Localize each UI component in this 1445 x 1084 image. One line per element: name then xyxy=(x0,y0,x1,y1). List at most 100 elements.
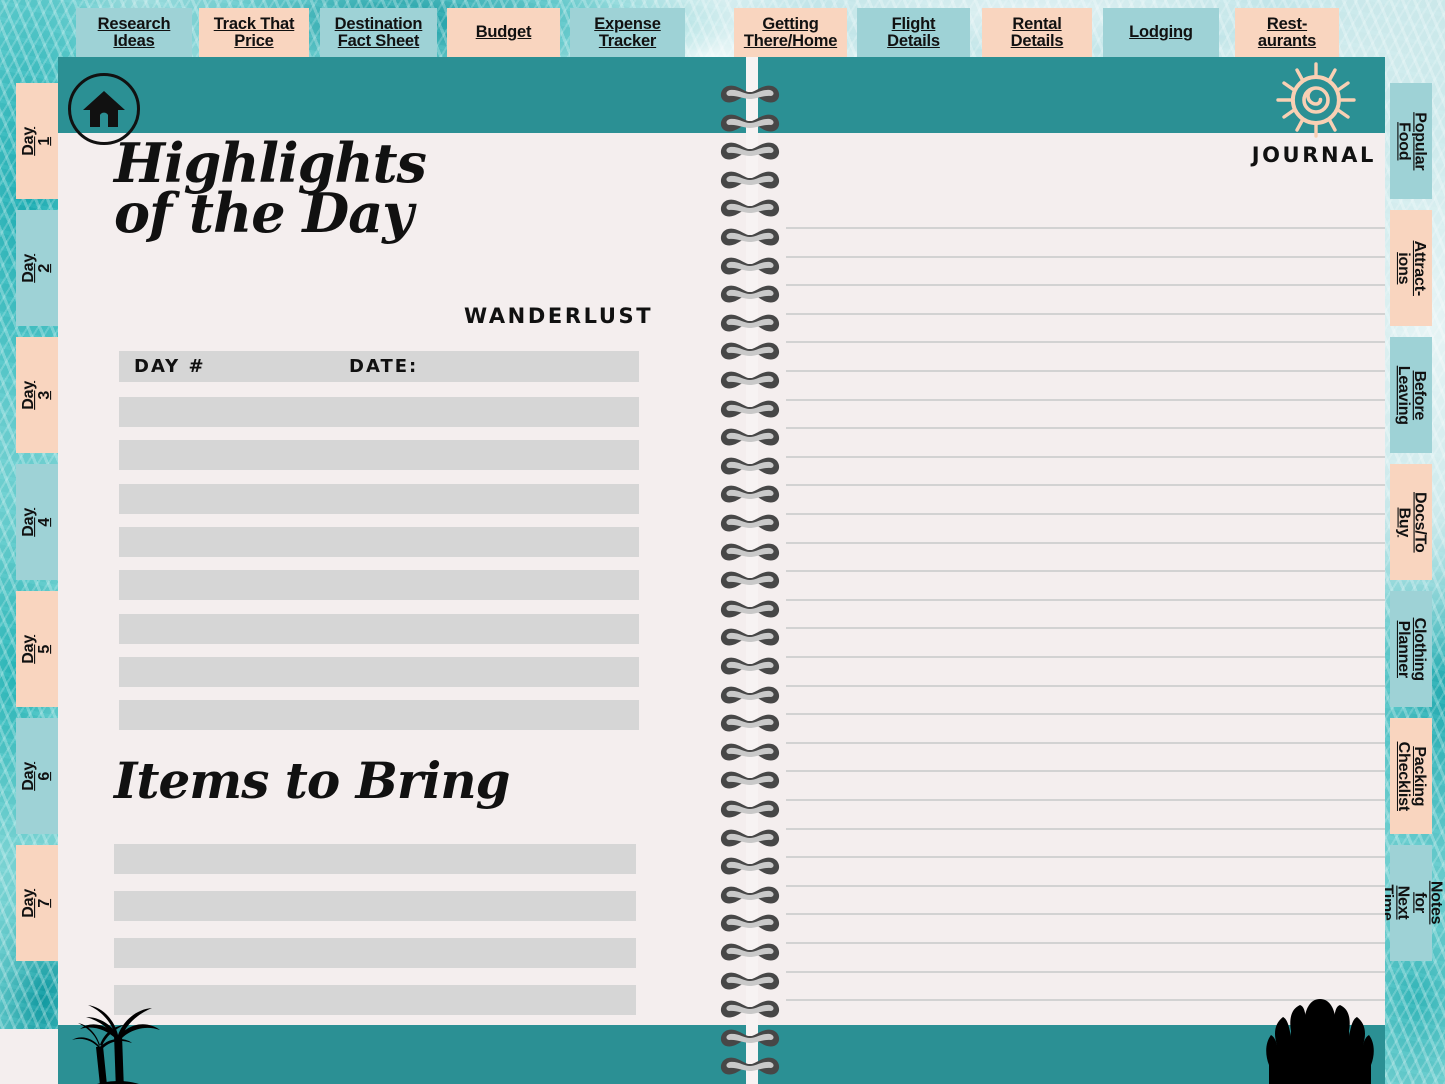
journal-line[interactable] xyxy=(786,827,1385,830)
spiral-ring xyxy=(718,541,782,563)
right-tab-clothing-planner[interactable]: Clothing Planner xyxy=(1390,591,1432,707)
top-tab-destination-fact-sheet[interactable]: Destination Fact Sheet xyxy=(320,8,437,58)
spiral-ring xyxy=(718,741,782,763)
item-row[interactable] xyxy=(114,844,636,874)
top-tab-rental-details[interactable]: Rental Details xyxy=(982,8,1092,58)
right-tab-label: Clothing Planner xyxy=(1395,617,1429,681)
journal-label: JOURNAL xyxy=(1251,143,1376,167)
journal-line[interactable] xyxy=(786,455,1385,458)
journal-line[interactable] xyxy=(786,541,1385,544)
spiral-ring xyxy=(718,340,782,362)
top-tab-label: Rental Details xyxy=(1010,14,1064,50)
top-tab-budget[interactable]: Budget xyxy=(447,8,560,58)
top-tab-flight-details[interactable]: Flight Details xyxy=(857,8,970,58)
home-icon xyxy=(83,91,125,127)
top-tab-restaurants[interactable]: Rest- aurants xyxy=(1235,8,1339,58)
journal-line[interactable] xyxy=(786,799,1385,801)
planner-page: Highlights of the Day WANDERLUST DAY # D… xyxy=(58,57,1385,1084)
journal-line[interactable] xyxy=(786,627,1385,630)
left-tab-day-2[interactable]: Day 2 xyxy=(16,210,58,326)
spiral-ring xyxy=(718,769,782,791)
top-tab-label: Research Ideas xyxy=(97,14,171,50)
highlight-row[interactable] xyxy=(119,613,639,644)
spiral-ring xyxy=(718,626,782,648)
left-tab-day-1[interactable]: Day 1 xyxy=(16,83,58,199)
left-tab-label: Day 3 xyxy=(19,380,53,410)
left-tab-label: Day 5 xyxy=(19,634,53,664)
highlights-title: Highlights of the Day xyxy=(114,133,427,245)
right-tab-label: Popular Food xyxy=(1395,111,1429,171)
journal-line[interactable] xyxy=(786,570,1385,573)
journal-line[interactable] xyxy=(786,970,1385,973)
spiral-ring xyxy=(718,884,782,906)
spiral-ring xyxy=(718,912,782,934)
spiral-ring xyxy=(718,998,782,1020)
journal-line[interactable] xyxy=(786,513,1385,515)
item-row[interactable] xyxy=(114,891,636,921)
right-tab-popular-food[interactable]: Popular Food xyxy=(1390,83,1432,199)
right-tab-label: Notes for Next Time xyxy=(1378,881,1445,925)
journal-line[interactable] xyxy=(786,484,1385,487)
spiral-ring xyxy=(718,455,782,477)
highlight-row[interactable] xyxy=(119,700,639,731)
highlight-row[interactable] xyxy=(119,483,639,514)
right-tab-notes-for-next-time[interactable]: Notes for Next Time xyxy=(1379,845,1445,961)
item-row[interactable] xyxy=(114,985,636,1015)
journal-line[interactable] xyxy=(786,856,1385,859)
spiral-ring xyxy=(718,283,782,305)
spiral-ring xyxy=(718,483,782,505)
journal-line[interactable] xyxy=(786,312,1385,315)
home-button[interactable] xyxy=(68,73,140,145)
spiral-ring xyxy=(718,512,782,534)
top-tab-lodging[interactable]: Lodging xyxy=(1103,8,1219,58)
journal-line[interactable] xyxy=(786,713,1385,716)
journal-line[interactable] xyxy=(786,884,1385,887)
left-tab-label: Day 6 xyxy=(19,761,53,791)
right-tab-label: Docs/To Buy xyxy=(1395,491,1429,553)
journal-line[interactable] xyxy=(786,370,1385,372)
column-header-day: DAY # xyxy=(134,356,206,377)
seashell-icon xyxy=(1266,999,1374,1084)
journal-line[interactable] xyxy=(786,427,1385,430)
highlight-row[interactable] xyxy=(119,440,639,471)
journal-line[interactable] xyxy=(786,770,1385,773)
right-tab-before-leaving[interactable]: Before Leaving xyxy=(1390,337,1432,453)
journal-line[interactable] xyxy=(786,913,1385,916)
items-to-bring-title: Items to Bring xyxy=(114,751,511,810)
journal-line[interactable] xyxy=(786,398,1385,401)
top-tab-expense-tracker[interactable]: Expense Tracker xyxy=(570,8,685,58)
highlight-row[interactable] xyxy=(119,656,639,687)
journal-line[interactable] xyxy=(786,942,1385,944)
right-tab-packing-checklist[interactable]: Packing Checklist xyxy=(1390,718,1432,834)
item-row[interactable] xyxy=(114,938,636,968)
left-tab-day-4[interactable]: Day 4 xyxy=(16,464,58,580)
journal-line[interactable] xyxy=(786,227,1385,229)
highlight-row[interactable] xyxy=(119,570,639,601)
spiral-ring xyxy=(718,655,782,677)
top-tab-track-that-price[interactable]: Track That Price xyxy=(199,8,309,58)
left-tab-day-5[interactable]: Day 5 xyxy=(16,591,58,707)
right-tab-label: Before Leaving xyxy=(1395,365,1429,425)
left-tab-day-7[interactable]: Day 7 xyxy=(16,845,58,961)
highlight-row[interactable] xyxy=(119,397,639,427)
left-tab-day-3[interactable]: Day 3 xyxy=(16,337,58,453)
top-tab-label: Expense Tracker xyxy=(594,14,661,50)
journal-line[interactable] xyxy=(786,255,1385,258)
top-tab-label: Destination Fact Sheet xyxy=(334,14,423,50)
journal-line[interactable] xyxy=(786,284,1385,287)
top-tab-label: Lodging xyxy=(1129,23,1193,42)
top-tab-getting-there-home[interactable]: Getting There/Home xyxy=(734,8,847,58)
journal-line[interactable] xyxy=(786,741,1385,744)
journal-line[interactable] xyxy=(786,656,1385,658)
journal-line[interactable] xyxy=(786,598,1385,601)
spiral-ring xyxy=(718,426,782,448)
journal-line[interactable] xyxy=(786,684,1385,687)
right-tab-attractions[interactable]: Attract- ions xyxy=(1390,210,1432,326)
left-tab-day-6[interactable]: Day 6 xyxy=(16,718,58,834)
spiral-ring xyxy=(718,255,782,277)
top-tab-label: Budget xyxy=(475,23,532,42)
journal-line[interactable] xyxy=(786,341,1385,344)
highlight-row[interactable] xyxy=(119,526,639,557)
right-tab-docs-to-buy[interactable]: Docs/To Buy xyxy=(1390,464,1432,580)
top-tab-research-ideas[interactable]: Research Ideas xyxy=(76,8,192,58)
